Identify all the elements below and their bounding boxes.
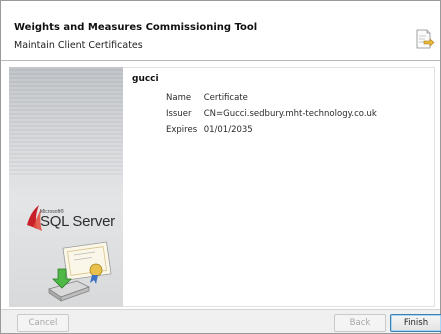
certificate-expires-label: Expires: [166, 125, 198, 135]
certificate-export-icon: [416, 29, 435, 49]
certificate-issuer-label: Issuer: [166, 109, 192, 119]
certificate-alias: gucci: [132, 74, 159, 84]
back-button[interactable]: Back: [334, 314, 386, 332]
certificate-name-value: Certificate: [203, 93, 248, 103]
certificate-expires-value: 01/01/2035: [203, 125, 253, 135]
certificate-name-row: Name Certificate: [166, 93, 248, 103]
certificate-name-label: Name: [166, 93, 192, 103]
certificate-details: gucci Name Certificate Issuer CN=Gucci.s…: [123, 67, 435, 307]
wizard-window: Weights and Measures Commissioning Tool …: [0, 0, 441, 334]
wizard-subtitle: Maintain Client Certificates: [14, 40, 143, 51]
finish-button[interactable]: Finish: [390, 314, 441, 332]
certificate-expires-row: Expires 01/01/2035: [166, 125, 253, 135]
certificate-issuer-row: Issuer CN=Gucci.sedbury.mht-technology.c…: [166, 109, 377, 119]
sql-logo-text: SQL Server: [40, 213, 115, 230]
certificate-install-icon: [48, 241, 112, 302]
wizard-title: Weights and Measures Commissioning Tool: [14, 22, 258, 33]
panel-texture: [9, 67, 123, 177]
side-graphic-panel: Microsoft® SQL Server: [9, 67, 123, 307]
wizard-header: Weights and Measures Commissioning Tool …: [1, 1, 440, 61]
certificate-issuer-value: CN=Gucci.sedbury.mht-technology.co.uk: [203, 109, 377, 119]
cancel-button[interactable]: Cancel: [17, 314, 69, 332]
